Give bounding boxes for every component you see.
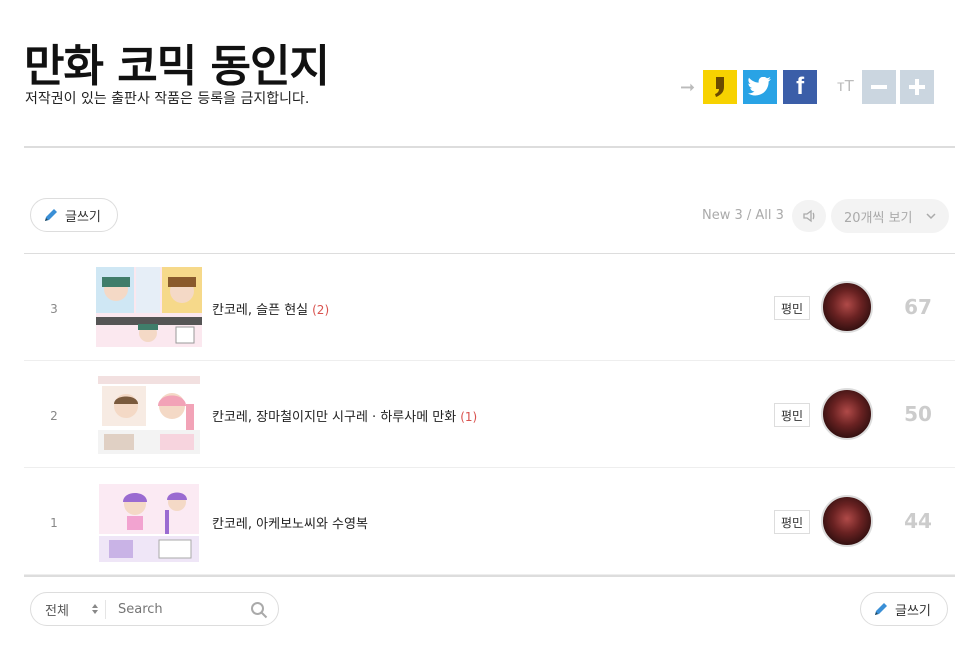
post-thumbnail[interactable] bbox=[96, 267, 202, 347]
post-number: 1 bbox=[50, 516, 58, 530]
post-count: New 3 / All 3 bbox=[702, 208, 784, 223]
sort-arrows-icon bbox=[92, 604, 98, 614]
minus-icon[interactable] bbox=[862, 70, 897, 104]
post-title: 칸코레, 아케보노씨와 수영복 bbox=[212, 517, 368, 532]
post-thumbnail[interactable] bbox=[98, 376, 200, 454]
view-count: 44 bbox=[904, 509, 932, 533]
post-number: 2 bbox=[50, 409, 58, 423]
search-scope-label: 전체 bbox=[45, 603, 69, 619]
table-row[interactable]: 2 칸코레, 장마철이지만 시구레 · 하루사메 만화 (1) 평민 50 bbox=[24, 361, 955, 468]
search-bar: 전체 bbox=[30, 592, 279, 626]
per-page-label: 20개씩 보기 bbox=[844, 210, 913, 226]
post-title: 칸코레, 슬픈 현실 bbox=[212, 303, 309, 318]
post-title: 칸코레, 장마철이지만 시구레 · 하루사메 만화 bbox=[212, 410, 457, 425]
sound-toggle[interactable] bbox=[792, 200, 826, 232]
write-button-label: 글쓰기 bbox=[895, 603, 931, 619]
search-input[interactable] bbox=[116, 600, 250, 618]
post-thumbnail[interactable] bbox=[99, 484, 199, 562]
share-arrow-icon: ➞ bbox=[680, 76, 696, 98]
plus-icon[interactable] bbox=[900, 70, 935, 104]
category-badge: 평민 bbox=[774, 403, 810, 427]
kakao-story-icon[interactable] bbox=[703, 70, 738, 104]
avatar[interactable] bbox=[821, 388, 873, 440]
search-icon[interactable] bbox=[250, 601, 268, 619]
page-title: 만화 코믹 동인지 bbox=[24, 41, 330, 92]
list-bottom-divider bbox=[24, 575, 955, 577]
header-divider bbox=[24, 146, 955, 148]
view-count: 50 bbox=[904, 402, 932, 426]
twitter-icon[interactable] bbox=[743, 70, 778, 104]
search-scope-select[interactable]: 전체 bbox=[31, 599, 106, 619]
category-badge: 평민 bbox=[774, 296, 810, 320]
comment-count[interactable]: (2) bbox=[312, 303, 329, 317]
share-toolbar: ➞ f ᴛT bbox=[680, 70, 938, 104]
page-subtitle: 저작권이 있는 출판사 작품은 등록을 금지합니다. bbox=[25, 91, 310, 107]
write-button-top[interactable]: 글쓰기 bbox=[30, 198, 118, 232]
avatar[interactable] bbox=[821, 281, 873, 333]
post-title-link[interactable]: 칸코레, 아케보노씨와 수영복 bbox=[212, 513, 372, 532]
font-size-icon: ᴛT bbox=[837, 78, 855, 95]
view-count: 67 bbox=[904, 295, 932, 319]
per-page-select[interactable]: 20개씩 보기 bbox=[831, 199, 949, 233]
chevron-down-icon bbox=[926, 213, 936, 220]
post-title-link[interactable]: 칸코레, 슬픈 현실 (2) bbox=[212, 299, 329, 318]
facebook-icon[interactable]: f bbox=[783, 70, 818, 104]
write-button-bottom[interactable]: 글쓰기 bbox=[860, 592, 948, 626]
post-title-link[interactable]: 칸코레, 장마철이지만 시구레 · 하루사메 만화 (1) bbox=[212, 406, 477, 425]
table-row[interactable]: 3 칸코레, 슬픈 현실 (2) 평민 67 bbox=[24, 254, 955, 361]
table-row[interactable]: 1 칸코레, 아케보노씨와 수영복 평민 44 bbox=[24, 468, 955, 575]
pencil-icon bbox=[45, 209, 57, 221]
comment-count[interactable]: (1) bbox=[460, 410, 477, 424]
avatar[interactable] bbox=[821, 495, 873, 547]
write-button-label: 글쓰기 bbox=[65, 209, 101, 225]
speaker-icon bbox=[803, 209, 815, 223]
category-badge: 평민 bbox=[774, 510, 810, 534]
pencil-icon bbox=[875, 603, 887, 615]
font-size-controls: ᴛT bbox=[837, 70, 938, 104]
post-number: 3 bbox=[50, 302, 58, 316]
